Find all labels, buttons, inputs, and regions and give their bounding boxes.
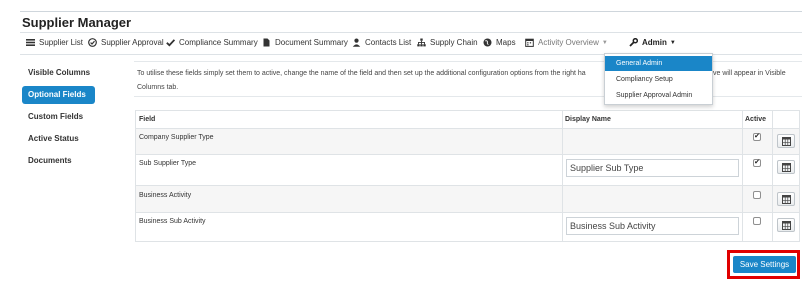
document-icon xyxy=(262,38,271,47)
top-border xyxy=(20,11,802,12)
header-field: Field xyxy=(139,116,156,123)
globe-icon xyxy=(483,38,492,47)
nav-label: Supplier Approval xyxy=(101,38,164,47)
calendar-icon xyxy=(525,38,534,47)
list-icon xyxy=(26,38,35,47)
nav-supplier-list[interactable]: Supplier List xyxy=(26,38,83,47)
field-name: Business Sub Activity xyxy=(139,218,206,225)
main-nav: Supplier List Supplier Approval Complian… xyxy=(20,32,802,55)
chevron-down-icon: ▼ xyxy=(669,39,676,46)
table-settings-icon xyxy=(782,137,791,146)
menu-item-general-admin[interactable]: General Admin xyxy=(605,56,712,71)
table-settings-icon xyxy=(782,195,791,204)
nav-activity-overview[interactable]: Activity Overview ▼ xyxy=(525,38,608,47)
menu-item-compliancy-setup[interactable]: Compliancy Setup xyxy=(605,72,712,87)
configure-button[interactable] xyxy=(777,160,795,174)
nav-label: Maps xyxy=(496,38,516,47)
nav-label: Document Summary xyxy=(275,38,348,47)
column-divider xyxy=(772,111,773,241)
sidebar-item-custom-fields[interactable]: Custom Fields xyxy=(22,108,95,126)
app-title: Supplier Manager xyxy=(22,15,132,30)
save-settings-button[interactable]: Save Settings xyxy=(733,256,796,273)
info-line-1: To utilise these fields simply set them … xyxy=(137,70,586,77)
sitemap-icon xyxy=(417,38,426,47)
check-circle-icon xyxy=(88,38,97,47)
active-checkbox[interactable] xyxy=(753,217,761,225)
menu-item-supplier-approval-admin[interactable]: Supplier Approval Admin xyxy=(605,88,712,103)
table-row: Business Activity xyxy=(136,186,799,213)
table-row: Business Sub Activity Business Sub Activ… xyxy=(136,213,799,241)
nav-supply-chain[interactable]: Supply Chain xyxy=(417,38,478,47)
header-active: Active xyxy=(745,116,767,123)
nav-label: Supplier List xyxy=(39,38,84,47)
configure-button[interactable] xyxy=(777,134,795,148)
nav-contacts-list[interactable]: Contacts List xyxy=(352,38,411,47)
table-header-row: Field Display Name Active xyxy=(136,111,799,129)
display-name-input[interactable]: Business Sub Activity xyxy=(566,217,739,235)
field-name: Business Activity xyxy=(139,192,192,199)
nav-label: Supply Chain xyxy=(430,38,478,47)
table-settings-icon xyxy=(782,163,791,172)
sidebar-item-optional-fields[interactable]: Optional Fields xyxy=(22,86,95,104)
user-icon xyxy=(352,38,361,47)
active-checkbox[interactable] xyxy=(753,191,761,199)
table-settings-icon xyxy=(782,221,791,230)
nav-admin[interactable]: Admin ▼ xyxy=(629,37,676,47)
nav-label: Admin xyxy=(642,38,667,47)
sidebar-item-visible-columns[interactable]: Visible Columns xyxy=(22,64,95,82)
nav-maps[interactable]: Maps xyxy=(483,38,516,47)
column-divider xyxy=(742,111,743,241)
chevron-down-icon: ▼ xyxy=(601,39,608,46)
table-row: Sub Supplier Type Supplier Sub Type ✔ xyxy=(136,155,799,186)
active-checkbox[interactable]: ✔ xyxy=(753,133,761,141)
nav-label: Contacts List xyxy=(365,38,412,47)
column-divider xyxy=(562,111,563,241)
nav-supplier-approval[interactable]: Supplier Approval xyxy=(88,38,164,47)
configure-button[interactable] xyxy=(777,192,795,206)
header-display-name: Display Name xyxy=(565,116,611,123)
field-name: Company Supplier Type xyxy=(139,134,214,141)
nav-label: Compliance Summary xyxy=(179,38,258,47)
display-name-input[interactable]: Supplier Sub Type xyxy=(566,159,739,177)
nav-label: Activity Overview xyxy=(538,38,599,47)
nav-compliance-summary[interactable]: Compliance Summary xyxy=(166,38,258,47)
checkmark-icon xyxy=(166,38,176,47)
info-line-1-end: ve will appear in Visible xyxy=(713,70,786,77)
active-checkbox[interactable]: ✔ xyxy=(753,159,761,167)
admin-dropdown-menu: General Admin Compliancy Setup Supplier … xyxy=(604,53,713,105)
nav-document-summary[interactable]: Document Summary xyxy=(262,38,348,47)
optional-fields-table: Field Display Name Active Company Suppli… xyxy=(135,110,800,242)
table-row: Company Supplier Type ✔ xyxy=(136,129,799,155)
sidebar-item-documents[interactable]: Documents xyxy=(22,152,95,170)
sidebar-item-active-status[interactable]: Active Status xyxy=(22,130,95,148)
field-name: Sub Supplier Type xyxy=(139,160,197,167)
configure-button[interactable] xyxy=(777,218,795,232)
wrench-icon xyxy=(629,37,639,47)
